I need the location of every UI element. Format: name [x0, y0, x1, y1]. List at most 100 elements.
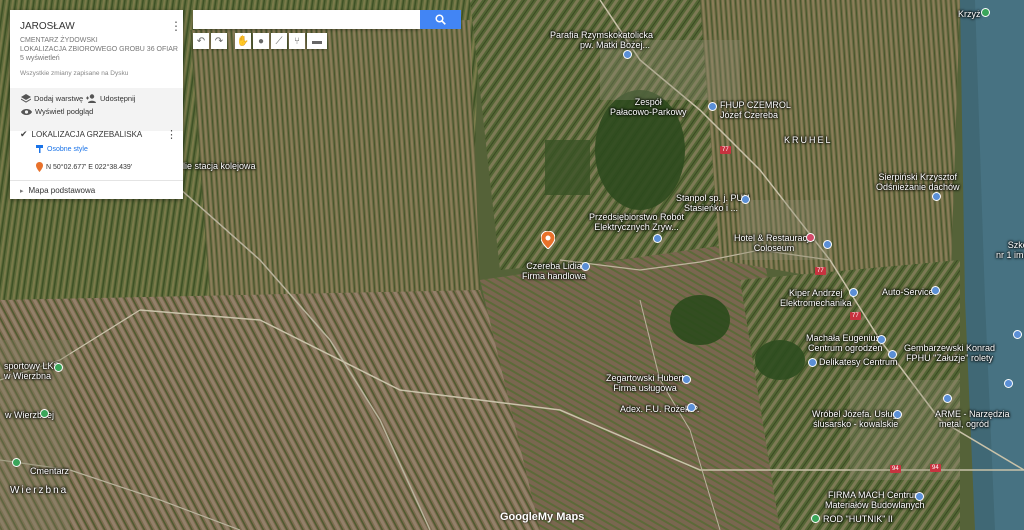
map-label-machala: Machała Eugeniusz Centrum ogrodzeń — [806, 333, 885, 353]
share-button[interactable]: Udostępnij — [86, 94, 135, 103]
label-line: metal, ogród — [939, 419, 990, 429]
label-line: Kiper Andrzej — [789, 288, 843, 298]
label-line: Centrum ogrodzeń — [808, 343, 883, 353]
map-label-czereba: Czereba Lidia Firma handlowa — [522, 261, 586, 281]
map-options-menu-icon[interactable]: ⋮ — [170, 20, 182, 32]
shop-icon[interactable] — [708, 102, 717, 111]
ruler-icon: ▬ — [312, 35, 322, 47]
directions-icon: ⑂ — [294, 35, 300, 47]
location-marker-icon[interactable] — [541, 231, 555, 249]
preview-label: Wyświetl podgląd — [35, 107, 94, 116]
label-line: Stasieńko i ... — [684, 203, 739, 213]
label-line: nr 1 im. Ks... — [996, 250, 1024, 260]
label-line: Elektrycznych Zryw... — [594, 222, 679, 232]
shop-icon[interactable] — [682, 375, 691, 384]
label-line: Czereba Lidia — [526, 261, 582, 271]
map-label-fhup: FHUP CZEMROL Józef Czereba — [720, 100, 791, 120]
map-legend-panel: JAROSŁAW ⋮ CMENTARZ ŻYDOWSKI LOKALIZACJA… — [10, 10, 183, 199]
label-line: Coloseum — [753, 243, 795, 253]
description-line: CMENTARZ ŻYDOWSKI — [20, 37, 98, 44]
eye-icon — [21, 108, 32, 115]
school-icon[interactable] — [40, 409, 49, 418]
layer-style-link[interactable]: Osobne style — [36, 145, 88, 153]
search-input[interactable] — [193, 10, 420, 29]
shop-icon[interactable] — [849, 288, 858, 297]
label-line: Materiałów Budowlanych — [825, 500, 925, 510]
label-line: pw. Matki Bożej... — [580, 40, 651, 50]
add-layer-button[interactable]: Dodaj warstwę — [21, 94, 83, 103]
grocery-icon[interactable] — [808, 358, 817, 367]
draw-line-button[interactable]: ⟋ — [271, 33, 287, 49]
map-label-kruhel: KRUHEL — [784, 135, 833, 145]
map-label-hotel: Hotel & Restauracja Coloseum — [734, 233, 814, 253]
preview-button[interactable]: Wyświetl podgląd — [21, 107, 93, 116]
logo-brand: Google — [500, 511, 538, 523]
shop-icon[interactable] — [915, 492, 924, 501]
map-label-przeds: Przedsiębiorstwo Robót Elektrycznych Zry… — [589, 212, 684, 232]
google-my-maps-logo: GoogleMy Maps — [500, 511, 584, 523]
map-label-krzyz: Krzyż — [958, 9, 981, 19]
base-map-item[interactable]: ▸ Mapa podstawowa — [20, 186, 95, 195]
map-label-arme: ARME - Narzędzia metal, ogród — [935, 409, 1010, 429]
road-number-77: 77 — [815, 267, 826, 275]
layer-options-menu-icon[interactable]: ⋮ — [166, 128, 177, 141]
search-icon — [435, 14, 446, 25]
map-label-wierzbna: Wierzbna — [10, 485, 69, 496]
directions-button[interactable]: ⑂ — [289, 33, 305, 49]
map-label-parafia: Parafia Rzymskokatolicka pw. Matki Bożej… — [550, 30, 653, 50]
cemetery-icon[interactable] — [12, 458, 21, 467]
label-line: Wróbel Józefa. Usługi — [812, 409, 900, 419]
shop-icon[interactable] — [877, 335, 886, 344]
panel-actions: Dodaj warstwę Udostępnij Wyświetl podglą… — [10, 88, 183, 131]
label-line: Zegartowski Hubert — [606, 373, 685, 383]
map-label-stanpol: Stanpol sp. j. PUH Stasieńko i ... — [676, 193, 750, 213]
map-label-stacja: lie stacja kolejowa — [183, 161, 256, 171]
church-icon[interactable] — [981, 8, 990, 17]
map-label-sportowy: sportowy LKS w Wierzbna — [4, 361, 60, 381]
expand-arrow-icon[interactable]: ▸ — [20, 187, 24, 195]
redo-button[interactable]: ↷ — [211, 33, 227, 49]
shop-icon[interactable] — [1004, 379, 1013, 388]
shop-icon[interactable] — [1013, 330, 1022, 339]
shop-icon[interactable] — [687, 403, 696, 412]
undo-button[interactable]: ↶ — [193, 33, 209, 49]
map-label-auto: Auto-Service — [882, 287, 934, 297]
map-label-firmamach: FIRMA MACH Centrum Materiałów Budowlanyc… — [825, 490, 925, 510]
shop-icon[interactable] — [893, 410, 902, 419]
shop-icon[interactable] — [653, 234, 662, 243]
label-line: Parafia Rzymskokatolicka — [550, 30, 654, 40]
place-item[interactable]: N 50°02.677' E 022°38.439' — [36, 162, 132, 172]
add-person-icon — [86, 94, 96, 103]
shop-icon[interactable] — [741, 195, 750, 204]
restaurant-icon[interactable] — [823, 240, 832, 249]
label-line: Sierpiński Krzysztof — [878, 172, 958, 182]
shop-icon[interactable] — [943, 394, 952, 403]
place-coordinates: N 50°02.677' E 022°38.439' — [46, 163, 133, 171]
save-status: Wszystkie zmiany zapisane na Dysku — [20, 70, 129, 77]
search-button[interactable] — [420, 10, 461, 29]
undo-icon: ↶ — [196, 35, 206, 47]
hotel-icon[interactable] — [806, 233, 815, 242]
layer-item[interactable]: ✔ LOKALIZACJA GRZEBALISKA — [20, 129, 142, 140]
label-line: Firma handlowa — [522, 271, 587, 281]
add-marker-button[interactable]: ● — [253, 33, 269, 49]
label-line: Zespół — [634, 97, 662, 107]
road-number-94: 94 — [930, 464, 941, 472]
shop-icon[interactable] — [581, 262, 590, 271]
checkbox-checked-icon[interactable]: ✔ — [20, 129, 28, 140]
map-label-cmentarz: Cmentarz — [30, 466, 70, 476]
map-label-zegartowski: Zegartowski Hubert Firma usługowa — [606, 373, 684, 393]
description-line: LOKALIZACJA ZBIOROWEGO GROBU 36 OFIAR — [20, 46, 178, 53]
map-description[interactable]: CMENTARZ ŻYDOWSKI LOKALIZACJA ZBIOROWEGO… — [20, 36, 178, 63]
shop-icon[interactable] — [932, 192, 941, 201]
church-icon[interactable] — [623, 50, 632, 59]
park-icon[interactable] — [811, 514, 820, 523]
map-label-szkola: Szkoła nr 1 im. Ks... — [996, 240, 1024, 260]
stadium-icon[interactable] — [54, 363, 63, 372]
label-line: Szkoła — [1007, 240, 1024, 250]
pan-tool-button[interactable]: ✋ — [235, 33, 251, 49]
measure-button[interactable]: ▬ — [307, 33, 327, 49]
car-repair-icon[interactable] — [931, 286, 940, 295]
map-title[interactable]: JAROSŁAW — [20, 21, 75, 32]
view-count: 5 wyświetleń — [20, 55, 60, 62]
